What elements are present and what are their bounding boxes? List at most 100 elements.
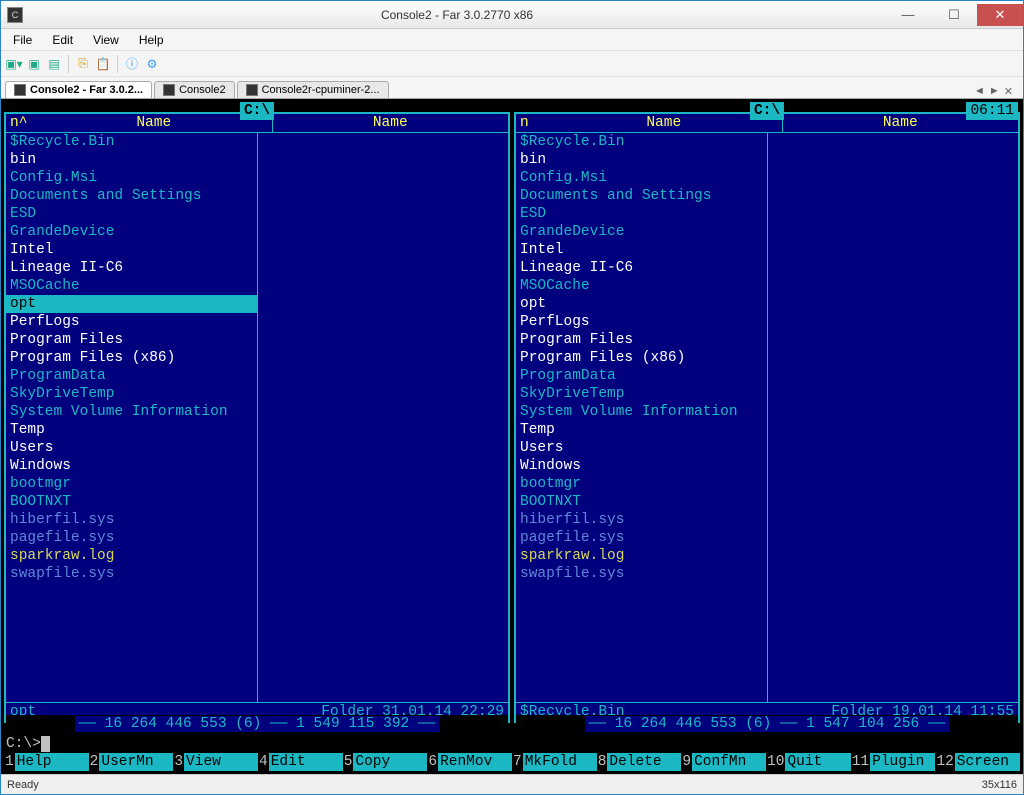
- file-row[interactable]: pagefile.sys: [6, 529, 257, 547]
- file-row[interactable]: hiberfil.sys: [6, 511, 257, 529]
- file-row[interactable]: Program Files (x86): [6, 349, 257, 367]
- fkey-view[interactable]: 3View: [173, 753, 258, 771]
- settings-button[interactable]: ⚙: [143, 55, 161, 73]
- file-row[interactable]: Config.Msi: [6, 169, 257, 187]
- maximize-button[interactable]: ☐: [931, 4, 977, 26]
- file-row[interactable]: Program Files: [6, 331, 257, 349]
- menu-file[interactable]: File: [3, 31, 42, 49]
- file-row[interactable]: BOOTNXT: [6, 493, 257, 511]
- file-row[interactable]: SkyDriveTemp: [6, 385, 257, 403]
- file-row[interactable]: BOOTNXT: [516, 493, 767, 511]
- fkey-help[interactable]: 1Help: [4, 753, 89, 771]
- minimize-button[interactable]: —: [885, 4, 931, 26]
- file-row[interactable]: Windows: [516, 457, 767, 475]
- file-row[interactable]: MSOCache: [6, 277, 257, 295]
- file-row[interactable]: Documents and Settings: [516, 187, 767, 205]
- file-row[interactable]: ESD: [6, 205, 257, 223]
- tab-close-icon[interactable]: ✕: [1004, 85, 1013, 98]
- fkey-delete[interactable]: 8Delete: [597, 753, 682, 771]
- left-panel[interactable]: C:\ n^ Name Name $Recycle.BinbinConfig.M…: [4, 112, 510, 723]
- file-row[interactable]: System Volume Information: [6, 403, 257, 421]
- file-row[interactable]: Intel: [516, 241, 767, 259]
- column-name-2[interactable]: Name: [272, 114, 509, 132]
- tab-active[interactable]: Console2 - Far 3.0.2...: [5, 81, 152, 98]
- fkey-edit[interactable]: 4Edit: [258, 753, 343, 771]
- file-row[interactable]: System Volume Information: [516, 403, 767, 421]
- tab-prev-icon[interactable]: ◄: [974, 85, 985, 98]
- menu-view[interactable]: View: [83, 31, 129, 49]
- left-file-column[interactable]: $Recycle.BinbinConfig.MsiDocuments and S…: [6, 133, 257, 702]
- file-row[interactable]: ProgramData: [516, 367, 767, 385]
- file-row[interactable]: bootmgr: [516, 475, 767, 493]
- fkey-label: Edit: [269, 753, 343, 771]
- file-row[interactable]: bin: [6, 151, 257, 169]
- file-row[interactable]: pagefile.sys: [516, 529, 767, 547]
- info-button[interactable]: ⓘ: [123, 55, 141, 73]
- fkey-renmov[interactable]: 6RenMov: [427, 753, 512, 771]
- fkey-mkfold[interactable]: 7MkFold: [512, 753, 597, 771]
- sort-indicator[interactable]: n^: [6, 114, 36, 132]
- file-row[interactable]: opt: [516, 295, 767, 313]
- tab-next-icon[interactable]: ►: [989, 85, 1000, 98]
- file-row[interactable]: Temp: [516, 421, 767, 439]
- left-file-column-2[interactable]: [257, 133, 509, 702]
- file-row[interactable]: Config.Msi: [516, 169, 767, 187]
- tab[interactable]: Console2r-cpuminer-2...: [237, 81, 389, 98]
- fkey-label: Quit: [785, 753, 850, 771]
- file-row[interactable]: GrandeDevice: [6, 223, 257, 241]
- close-button[interactable]: ✕: [977, 4, 1023, 26]
- file-row[interactable]: PerfLogs: [6, 313, 257, 331]
- file-row[interactable]: $Recycle.Bin: [516, 133, 767, 151]
- file-row[interactable]: MSOCache: [516, 277, 767, 295]
- file-row[interactable]: ESD: [516, 205, 767, 223]
- file-row[interactable]: Users: [516, 439, 767, 457]
- file-row[interactable]: opt: [6, 295, 257, 313]
- file-row[interactable]: GrandeDevice: [516, 223, 767, 241]
- copy-button[interactable]: ⎘: [74, 55, 92, 73]
- fkey-confmn[interactable]: 9ConfMn: [681, 753, 766, 771]
- column-name[interactable]: Name: [36, 114, 272, 132]
- prompt-line[interactable]: C:\>: [4, 735, 1020, 753]
- file-row[interactable]: sparkraw.log: [6, 547, 257, 565]
- tab[interactable]: Console2: [154, 81, 234, 98]
- fkey-quit[interactable]: 10Quit: [766, 753, 851, 771]
- paste-button[interactable]: 📋: [94, 55, 112, 73]
- fkey-num: 9: [681, 753, 692, 771]
- file-row[interactable]: Program Files (x86): [516, 349, 767, 367]
- fkey-label: ConfMn: [692, 753, 766, 771]
- file-row[interactable]: Program Files: [516, 331, 767, 349]
- titlebar[interactable]: C Console2 - Far 3.0.2770 x86 — ☐ ✕: [1, 1, 1023, 29]
- console-area[interactable]: C:\ n^ Name Name $Recycle.BinbinConfig.M…: [1, 99, 1023, 774]
- file-row[interactable]: SkyDriveTemp: [516, 385, 767, 403]
- fkey-screen[interactable]: 12Screen: [935, 753, 1020, 771]
- file-row[interactable]: swapfile.sys: [516, 565, 767, 583]
- file-row[interactable]: $Recycle.Bin: [6, 133, 257, 151]
- file-row[interactable]: bootmgr: [6, 475, 257, 493]
- menu-help[interactable]: Help: [129, 31, 174, 49]
- file-row[interactable]: swapfile.sys: [6, 565, 257, 583]
- file-row[interactable]: ProgramData: [6, 367, 257, 385]
- tool-button-2[interactable]: ▣: [25, 55, 43, 73]
- column-name[interactable]: Name: [546, 114, 782, 132]
- fkey-usermn[interactable]: 2UserMn: [89, 753, 174, 771]
- file-row[interactable]: hiberfil.sys: [516, 511, 767, 529]
- fkey-plugin[interactable]: 11Plugin: [851, 753, 936, 771]
- right-file-column-2[interactable]: [767, 133, 1019, 702]
- file-row[interactable]: Windows: [6, 457, 257, 475]
- fkey-copy[interactable]: 5Copy: [343, 753, 428, 771]
- right-file-column[interactable]: $Recycle.BinbinConfig.MsiDocuments and S…: [516, 133, 767, 702]
- tool-button-3[interactable]: ▤: [45, 55, 63, 73]
- menu-edit[interactable]: Edit: [42, 31, 83, 49]
- file-row[interactable]: sparkraw.log: [516, 547, 767, 565]
- right-panel[interactable]: C:\ 06:11 n Name Name $Recycle.BinbinCon…: [514, 112, 1020, 723]
- file-row[interactable]: Users: [6, 439, 257, 457]
- file-row[interactable]: Lineage II-C6: [516, 259, 767, 277]
- sort-indicator[interactable]: n: [516, 114, 546, 132]
- file-row[interactable]: Intel: [6, 241, 257, 259]
- new-tab-button[interactable]: ▣▾: [5, 55, 23, 73]
- file-row[interactable]: Temp: [6, 421, 257, 439]
- file-row[interactable]: Lineage II-C6: [6, 259, 257, 277]
- file-row[interactable]: bin: [516, 151, 767, 169]
- file-row[interactable]: Documents and Settings: [6, 187, 257, 205]
- file-row[interactable]: PerfLogs: [516, 313, 767, 331]
